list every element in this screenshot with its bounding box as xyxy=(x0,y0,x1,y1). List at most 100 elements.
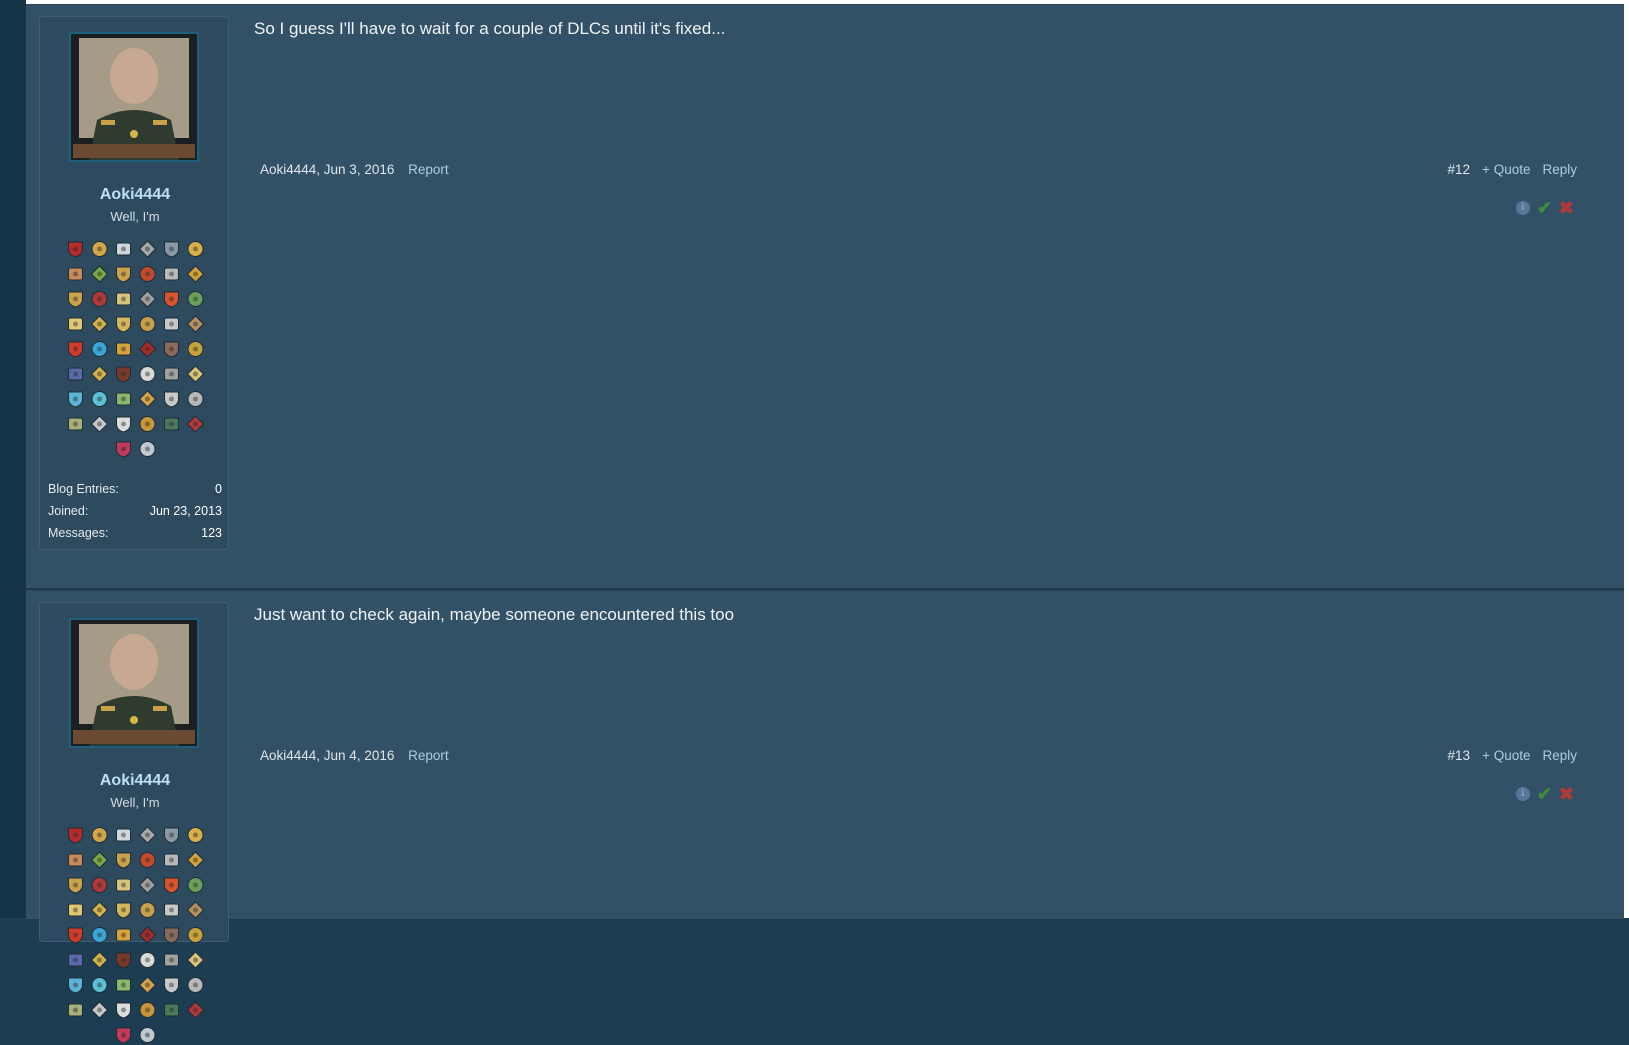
trophy-icon[interactable] xyxy=(89,900,110,920)
avatar[interactable] xyxy=(69,618,199,748)
trophy-icon[interactable] xyxy=(113,975,134,995)
trophy-icon[interactable] xyxy=(185,264,206,284)
trophy-icon[interactable] xyxy=(185,825,206,845)
trophy-icon[interactable] xyxy=(65,950,86,970)
trophy-icon[interactable] xyxy=(89,389,110,409)
trophy-icon[interactable] xyxy=(113,389,134,409)
trophy-icon[interactable] xyxy=(161,264,182,284)
trophy-icon[interactable] xyxy=(185,1000,206,1020)
trophy-icon[interactable] xyxy=(161,825,182,845)
trophy-icon[interactable] xyxy=(137,850,158,870)
trophy-icon[interactable] xyxy=(89,1000,110,1020)
trophy-icon[interactable] xyxy=(161,975,182,995)
trophy-icon[interactable] xyxy=(113,1025,134,1045)
trophy-icon[interactable] xyxy=(113,875,134,895)
report-link[interactable]: Report xyxy=(408,162,449,177)
trophy-icon[interactable] xyxy=(185,875,206,895)
post-number-link[interactable]: #13 xyxy=(1448,748,1471,763)
trophy-icon[interactable] xyxy=(185,950,206,970)
trophy-icon[interactable] xyxy=(185,389,206,409)
trophy-icon[interactable] xyxy=(137,925,158,945)
trophy-icon[interactable] xyxy=(89,239,110,259)
trophy-icon[interactable] xyxy=(65,900,86,920)
trophy-icon[interactable] xyxy=(65,389,86,409)
trophy-icon[interactable] xyxy=(65,264,86,284)
trophy-icon[interactable] xyxy=(161,389,182,409)
author-date-link[interactable]: Aoki4444, Jun 4, 2016 xyxy=(260,748,394,763)
trophy-icon[interactable] xyxy=(65,875,86,895)
trophy-icon[interactable] xyxy=(137,439,158,459)
trophy-icon[interactable] xyxy=(161,1000,182,1020)
trophy-icon[interactable] xyxy=(161,925,182,945)
trophy-icon[interactable] xyxy=(137,364,158,384)
reply-button[interactable]: Reply xyxy=(1542,748,1577,763)
trophy-icon[interactable] xyxy=(161,289,182,309)
avatar[interactable] xyxy=(69,32,199,162)
trophy-icon[interactable] xyxy=(137,414,158,434)
trophy-icon[interactable] xyxy=(89,264,110,284)
close-icon[interactable]: ✖ xyxy=(1559,785,1574,803)
trophy-icon[interactable] xyxy=(89,875,110,895)
trophy-icon[interactable] xyxy=(137,264,158,284)
trophy-icon[interactable] xyxy=(137,389,158,409)
trophy-icon[interactable] xyxy=(185,900,206,920)
trophy-icon[interactable] xyxy=(65,364,86,384)
trophy-icon[interactable] xyxy=(137,950,158,970)
trophy-icon[interactable] xyxy=(137,900,158,920)
trophy-icon[interactable] xyxy=(113,439,134,459)
trophy-icon[interactable] xyxy=(113,825,134,845)
trophy-icon[interactable] xyxy=(89,850,110,870)
trophy-icon[interactable] xyxy=(113,414,134,434)
trophy-icon[interactable] xyxy=(89,289,110,309)
trophy-icon[interactable] xyxy=(161,239,182,259)
trophy-icon[interactable] xyxy=(185,339,206,359)
trophy-icon[interactable] xyxy=(137,1000,158,1020)
trophy-icon[interactable] xyxy=(89,339,110,359)
trophy-icon[interactable] xyxy=(113,364,134,384)
trophy-icon[interactable] xyxy=(65,1000,86,1020)
trophy-icon[interactable] xyxy=(185,414,206,434)
trophy-icon[interactable] xyxy=(185,364,206,384)
post-number-link[interactable]: #12 xyxy=(1448,162,1471,177)
trophy-icon[interactable] xyxy=(65,289,86,309)
trophy-icon[interactable] xyxy=(113,339,134,359)
trophy-icon[interactable] xyxy=(185,289,206,309)
trophy-icon[interactable] xyxy=(65,239,86,259)
trophy-icon[interactable] xyxy=(185,850,206,870)
trophy-icon[interactable] xyxy=(113,925,134,945)
trophy-icon[interactable] xyxy=(65,414,86,434)
trophy-icon[interactable] xyxy=(137,239,158,259)
username[interactable]: Aoki4444 xyxy=(40,186,230,204)
trophy-icon[interactable] xyxy=(161,364,182,384)
trophy-icon[interactable] xyxy=(137,825,158,845)
trophy-icon[interactable] xyxy=(185,975,206,995)
trophy-icon[interactable] xyxy=(65,314,86,334)
trophy-icon[interactable] xyxy=(137,975,158,995)
check-icon[interactable]: ✔ xyxy=(1537,785,1552,803)
quote-button[interactable]: + Quote xyxy=(1482,748,1530,763)
trophy-icon[interactable] xyxy=(65,339,86,359)
trophy-icon[interactable] xyxy=(89,825,110,845)
report-link[interactable]: Report xyxy=(408,748,449,763)
trophy-icon[interactable] xyxy=(137,1025,158,1045)
reply-button[interactable]: Reply xyxy=(1542,162,1577,177)
trophy-icon[interactable] xyxy=(65,975,86,995)
trophy-icon[interactable] xyxy=(89,364,110,384)
trophy-icon[interactable] xyxy=(161,875,182,895)
trophy-icon[interactable] xyxy=(113,239,134,259)
trophy-icon[interactable] xyxy=(65,850,86,870)
trophy-icon[interactable] xyxy=(65,925,86,945)
trophy-icon[interactable] xyxy=(161,900,182,920)
trophy-icon[interactable] xyxy=(185,239,206,259)
trophy-icon[interactable] xyxy=(137,875,158,895)
trophy-icon[interactable] xyxy=(185,314,206,334)
trophy-icon[interactable] xyxy=(113,850,134,870)
trophy-icon[interactable] xyxy=(113,289,134,309)
trophy-icon[interactable] xyxy=(137,289,158,309)
trophy-icon[interactable] xyxy=(137,314,158,334)
info-icon[interactable]: i xyxy=(1515,201,1530,215)
username[interactable]: Aoki4444 xyxy=(40,772,230,790)
trophy-icon[interactable] xyxy=(65,825,86,845)
trophy-icon[interactable] xyxy=(161,414,182,434)
trophy-icon[interactable] xyxy=(113,950,134,970)
